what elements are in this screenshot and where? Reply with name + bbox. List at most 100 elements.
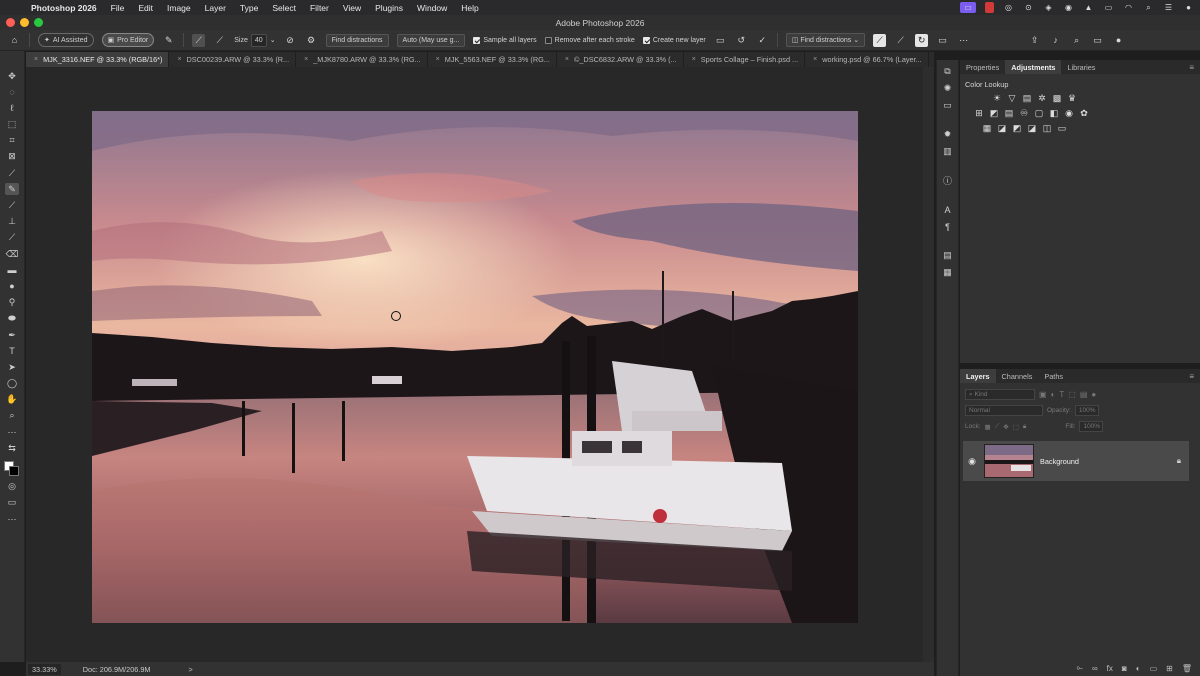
chevron-down-icon[interactable]: ⌄ [270,36,276,44]
recording-app-icon[interactable] [985,2,994,13]
menu-app-name[interactable]: Photoshop 2026 [24,3,104,13]
link-layers-icon[interactable]: ⟜ [1077,663,1083,673]
threshold-icon[interactable]: ✿ [1078,107,1090,119]
generative-icon[interactable]: ✺ [941,82,955,95]
sample-all-layers-checkbox[interactable] [473,36,481,44]
shadows-highlights-icon[interactable]: ◩ [1011,122,1023,134]
brush-mode-subtract-icon[interactable]: ⟋ [213,34,226,47]
pen-tool-icon[interactable]: ✒ [5,329,19,341]
curves-icon[interactable]: ▽ [1006,92,1018,104]
levels-icon[interactable]: ▤ [1021,92,1033,104]
pixel-filter-icon[interactable]: ▣ [1039,390,1047,399]
workspace-icon[interactable]: ▭ [1091,34,1104,47]
more-icon[interactable]: ⋯ [957,34,970,47]
menu-filter[interactable]: Filter [303,3,336,13]
crop-tool-icon[interactable]: ⌗ [5,135,19,147]
vibrance-icon[interactable]: ▩ [1051,92,1063,104]
clone-stamp-tool-icon[interactable]: ⊥ [5,216,19,228]
brush-icon[interactable]: ⟋ [873,33,887,47]
wifi-icon[interactable]: ◠ [1123,3,1134,12]
home-icon[interactable]: ⌂ [8,34,21,47]
quick-mask-icon[interactable]: ◎ [5,481,19,493]
paragraph-icon[interactable]: ¶ [941,220,955,233]
comment-icon[interactable]: ▭ [714,34,727,47]
info-icon[interactable]: ⓘ [941,174,955,187]
screen-record-icon[interactable]: ▭ [960,2,976,13]
close-icon[interactable]: × [436,56,440,63]
lock-all-icon[interactable]: 🔒︎ [1023,423,1026,431]
canvas-scrollbar[interactable] [923,67,934,662]
channel-mixer-icon[interactable]: ♾ [1018,107,1030,119]
remove-tool-preset-icon[interactable]: ✎ [162,34,175,47]
posterize-icon[interactable]: ◉ [1063,107,1075,119]
close-icon[interactable]: × [34,56,38,63]
battery-icon[interactable]: ▭ [1103,3,1114,12]
doc-tab[interactable]: × working.psd @ 66.7% (Layer... [805,52,929,67]
find-distractions-dropdown[interactable]: ◫ Find distractions ⌄ [785,33,866,47]
brush-mode-add-icon[interactable]: ⟋ [192,33,206,47]
gradient-tool-icon[interactable]: ▬ [5,264,19,276]
blend-mode-select[interactable]: Normal [965,405,1043,416]
status-menu-arrow[interactable]: > [189,665,193,674]
shape-tool-icon[interactable]: ◯ [5,378,19,390]
character-icon[interactable]: A [941,203,955,216]
hazard-icon[interactable]: ▲ [1083,3,1094,12]
zoom-tool-icon[interactable]: ⌕ [5,410,19,422]
histogram-icon[interactable]: ▥ [941,145,955,158]
remove-after-stroke-checkbox[interactable] [544,36,552,44]
creative-cloud-icon[interactable]: ◎ [1003,3,1014,12]
invert-icon[interactable]: ◧ [1048,107,1060,119]
smart-object-filter-icon[interactable]: ▤ [1080,390,1088,399]
frame-tool-icon[interactable]: ⊠ [5,151,19,163]
visibility-eye-icon[interactable]: ◉ [965,456,979,467]
control-center-icon[interactable]: ☰ [1163,3,1174,12]
eyedropper-tool-icon[interactable]: ⟋ [5,167,19,179]
menu-view[interactable]: View [336,3,368,13]
delete-layer-icon[interactable]: 🗑︎ [1182,664,1192,673]
tab-libraries[interactable]: Libraries [1061,60,1101,74]
menu-file[interactable]: File [104,3,132,13]
eraser-tool-icon[interactable]: ⌫ [5,248,19,260]
object-selection-tool-icon[interactable]: ⬚ [5,119,19,131]
comment-bubble-icon[interactable]: ▭ [936,34,949,47]
lock-pixels-icon[interactable]: ⟋ [995,423,1000,431]
tab-paths[interactable]: Paths [1038,369,1069,383]
selective-color-icon[interactable]: ◪ [996,122,1008,134]
layer-row-background[interactable]: ◉ Background 🔒︎ [963,441,1189,481]
minimize-window-button[interactable] [20,18,29,27]
exposure-icon[interactable]: ✲ [1036,92,1048,104]
comments-icon[interactable]: ▭ [941,99,955,112]
ai-assisted-toggle[interactable]: ✦ AI Assisted [38,33,94,47]
more-tools-icon[interactable]: ⋯ [5,426,19,438]
notes-icon[interactable]: ▦ [941,266,955,279]
move-tool-icon[interactable]: ✥ [5,70,19,82]
checkmark-icon[interactable]: ✓ [756,34,769,47]
camera-icon[interactable]: ◉ [1063,3,1074,12]
panel-menu-icon[interactable]: ≡ [1189,63,1194,72]
find-distractions-button[interactable]: Find distractions [325,33,389,47]
hdr-toning-icon[interactable]: ◪ [1026,122,1038,134]
history-brush-tool-icon[interactable]: ⟋ [5,232,19,244]
brightness-icon[interactable]: ☀ [991,92,1003,104]
remove-tool-icon[interactable]: ✎ [5,183,19,196]
brush-tool-icon[interactable]: ⟋ [5,200,19,212]
opacity-input[interactable]: 100% [1074,405,1099,416]
properties-icon[interactable]: ▤ [941,249,955,262]
doc-tab[interactable]: × _MJK8780.ARW @ 33.3% (RG... [296,52,428,67]
lock-transparent-icon[interactable]: ▦ [985,423,991,431]
layer-style-icon[interactable]: fx [1107,664,1113,673]
color-lookup-icon[interactable]: ▢ [1033,107,1045,119]
layer-kind-filter[interactable]: ⌕ Kind [965,389,1035,400]
tab-adjustments[interactable]: Adjustments [1005,60,1062,74]
panel-menu-icon[interactable]: ≡ [1189,372,1194,381]
smudge-tool-icon[interactable]: ⬬ [5,313,19,325]
tab-properties[interactable]: Properties [960,60,1005,74]
menu-help[interactable]: Help [454,3,485,13]
screen-mode-icon[interactable]: ▭ [5,497,19,509]
new-group-icon[interactable]: ▭ [1150,664,1158,673]
menu-select[interactable]: Select [265,3,303,13]
filter-toggle-icon[interactable]: ● [1091,390,1096,399]
doc-tab[interactable]: × DSC00239.ARW @ 33.3% (R... [169,52,297,67]
marquee-tool-icon[interactable]: ◌ [5,86,19,98]
layer-comps-icon[interactable]: ⧉ [941,65,955,78]
